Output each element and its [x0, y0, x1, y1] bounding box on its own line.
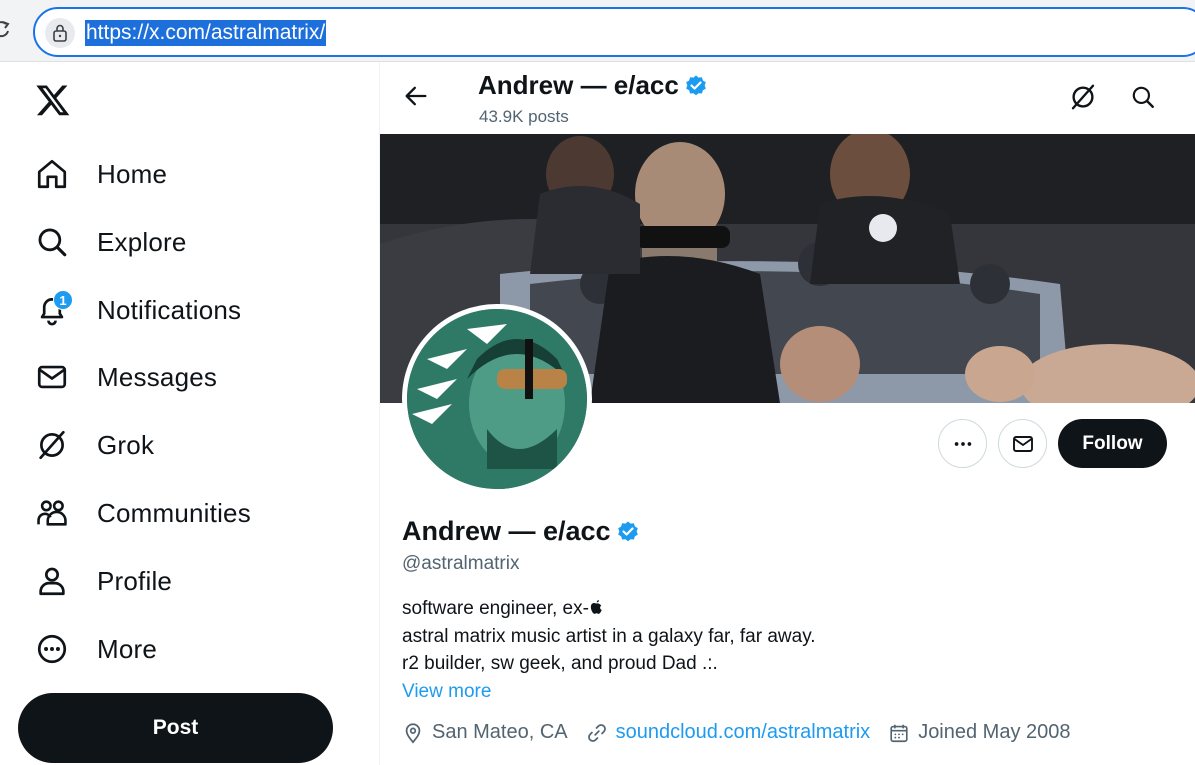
- calendar-icon: [890, 724, 908, 742]
- profile-handle: @astralmatrix: [402, 553, 520, 574]
- sidebar-item-communities[interactable]: Communities: [34, 491, 251, 535]
- more-dots-icon: [954, 441, 971, 446]
- back-arrow-icon[interactable]: [402, 82, 430, 110]
- sidebar-item-grok[interactable]: Grok: [34, 423, 154, 467]
- more-options-button[interactable]: [938, 419, 987, 468]
- website[interactable]: soundcloud.com/astralmatrix: [586, 721, 871, 744]
- sidebar-item-label: Grok: [97, 429, 155, 460]
- sidebar-item-label: Notifications: [97, 294, 242, 325]
- sidebar-item-label: Profile: [97, 565, 173, 596]
- sidebar-item-profile[interactable]: Profile: [34, 559, 172, 603]
- sidebar-item-home[interactable]: Home: [34, 152, 167, 196]
- avatar[interactable]: [402, 304, 592, 494]
- search-icon: [34, 224, 70, 260]
- sidebar-item-more[interactable]: More: [34, 627, 157, 671]
- envelope-icon: [1012, 435, 1033, 452]
- sidebar-item-label: Messages: [97, 361, 218, 392]
- sidebar-item-messages[interactable]: Messages: [34, 355, 217, 399]
- sidebar-item-label: More: [97, 633, 158, 664]
- verified-badge-icon: [686, 75, 706, 95]
- apple-logo-icon: [590, 600, 602, 614]
- x-logo-icon[interactable]: [34, 82, 72, 118]
- bio-line-text: software engineer, ex-: [402, 598, 589, 619]
- header-title: Andrew — e/acc: [478, 70, 708, 101]
- envelope-icon: [34, 359, 70, 395]
- home-icon: [34, 156, 70, 192]
- bio-line: astral matrix music artist in a galaxy f…: [402, 625, 816, 647]
- grok-icon[interactable]: [1068, 82, 1098, 112]
- more-circle-icon: [34, 631, 70, 667]
- verified-badge-icon[interactable]: [616, 520, 640, 544]
- reload-icon[interactable]: [0, 18, 12, 42]
- sidebar-item-label: Explore: [97, 226, 187, 257]
- sidebar: Home Explore 1 Notifications Messages Gr…: [0, 62, 379, 765]
- people-icon: [34, 495, 70, 531]
- grok-icon: [34, 427, 70, 463]
- view-more-link[interactable]: View more: [402, 681, 491, 703]
- address-bar[interactable]: https://x.com/astralmatrix/: [33, 7, 1195, 57]
- sidebar-item-explore[interactable]: Explore: [34, 220, 187, 264]
- profile-main: Andrew — e/acc 43.9K posts Follow Andrew…: [379, 62, 1195, 765]
- profile-meta: San Mateo, CA soundcloud.com/astralmatri…: [402, 721, 1089, 744]
- header-name-text: Andrew — e/acc: [478, 70, 679, 100]
- person-icon: [34, 563, 70, 599]
- sidebar-item-notifications[interactable]: 1 Notifications: [34, 288, 241, 332]
- profile-name-text: Andrew — e/acc: [402, 516, 611, 546]
- sidebar-item-label: Communities: [97, 497, 251, 528]
- profile-header-bar: Andrew — e/acc 43.9K posts: [380, 62, 1195, 134]
- sidebar-item-label: Home: [97, 158, 168, 189]
- profile-bio: software engineer, ex- astral matrix mus…: [402, 595, 816, 678]
- url-text[interactable]: https://x.com/astralmatrix/: [85, 20, 327, 46]
- join-date: Joined May 2008: [888, 721, 1071, 744]
- follow-button[interactable]: Follow: [1058, 419, 1167, 468]
- location: San Mateo, CA: [402, 721, 568, 744]
- bio-line: software engineer, ex-: [402, 595, 816, 623]
- bio-line: r2 builder, sw geek, and proud Dad .:.: [402, 653, 718, 674]
- search-icon[interactable]: [1130, 84, 1156, 110]
- location-pin-icon: [405, 722, 421, 744]
- link-icon: [587, 723, 606, 742]
- joined-text: Joined May 2008: [918, 721, 1071, 743]
- bell-icon: 1: [34, 290, 73, 328]
- avatar-photo: [407, 309, 587, 489]
- website-link[interactable]: soundcloud.com/astralmatrix: [616, 721, 871, 744]
- location-text: San Mateo, CA: [432, 721, 568, 743]
- browser-toolbar: https://x.com/astralmatrix/: [0, 0, 1195, 62]
- message-button[interactable]: [998, 419, 1047, 468]
- post-count: 43.9K posts: [479, 107, 569, 126]
- post-button[interactable]: Post: [18, 693, 333, 763]
- lock-icon[interactable]: [45, 18, 75, 48]
- notification-badge: 1: [53, 290, 73, 310]
- profile-name: Andrew — e/acc: [402, 516, 640, 547]
